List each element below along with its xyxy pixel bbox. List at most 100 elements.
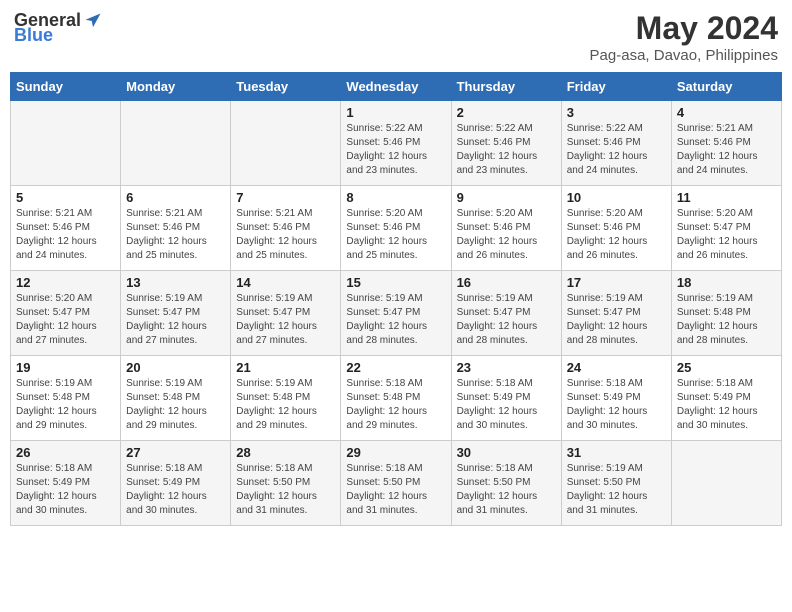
location-title: Pag-asa, Davao, Philippines <box>590 47 778 64</box>
weekday-header-tuesday: Tuesday <box>231 73 341 101</box>
day-number: 11 <box>677 190 776 205</box>
cell-info: Sunrise: 5:18 AM Sunset: 5:50 PM Dayligh… <box>236 462 335 518</box>
day-number: 26 <box>16 445 115 460</box>
cell-info: Sunrise: 5:20 AM Sunset: 5:47 PM Dayligh… <box>677 207 776 263</box>
cell-info: Sunrise: 5:22 AM Sunset: 5:46 PM Dayligh… <box>457 122 556 178</box>
weekday-header-monday: Monday <box>121 73 231 101</box>
day-number: 15 <box>346 275 445 290</box>
page-header: General Blue May 2024 Pag-asa, Davao, Ph… <box>10 10 782 64</box>
day-number: 4 <box>677 105 776 120</box>
day-number: 3 <box>567 105 666 120</box>
day-number: 23 <box>457 360 556 375</box>
calendar-cell: 7Sunrise: 5:21 AM Sunset: 5:46 PM Daylig… <box>231 186 341 271</box>
cell-info: Sunrise: 5:19 AM Sunset: 5:47 PM Dayligh… <box>457 292 556 348</box>
day-number: 19 <box>16 360 115 375</box>
weekday-header-sunday: Sunday <box>11 73 121 101</box>
day-number: 1 <box>346 105 445 120</box>
calendar-cell: 23Sunrise: 5:18 AM Sunset: 5:49 PM Dayli… <box>451 356 561 441</box>
cell-info: Sunrise: 5:19 AM Sunset: 5:48 PM Dayligh… <box>126 377 225 433</box>
title-block: May 2024 Pag-asa, Davao, Philippines <box>590 10 778 64</box>
logo-blue: Blue <box>14 25 53 46</box>
cell-info: Sunrise: 5:19 AM Sunset: 5:48 PM Dayligh… <box>236 377 335 433</box>
week-row-5: 26Sunrise: 5:18 AM Sunset: 5:49 PM Dayli… <box>11 441 782 526</box>
day-number: 20 <box>126 360 225 375</box>
cell-info: Sunrise: 5:19 AM Sunset: 5:47 PM Dayligh… <box>126 292 225 348</box>
day-number: 16 <box>457 275 556 290</box>
day-number: 8 <box>346 190 445 205</box>
calendar-cell: 27Sunrise: 5:18 AM Sunset: 5:49 PM Dayli… <box>121 441 231 526</box>
calendar-cell: 17 Sunrise: 5:19 AM Sunset: 5:47 PM Dayli… <box>561 271 671 356</box>
day-number: 30 <box>457 445 556 460</box>
cell-info: Sunrise: 5:18 AM Sunset: 5:49 PM Dayligh… <box>567 377 666 433</box>
calendar-cell: 31 Sunrise: 5:19 AM Sunset: 5:50 PM Dayli… <box>561 441 671 526</box>
day-number: 31 <box>567 445 666 460</box>
day-number: 27 <box>126 445 225 460</box>
week-row-3: 12 Sunrise: 5:20 AM Sunset: 5:47 PM Dayli… <box>11 271 782 356</box>
day-number: 13 <box>126 275 225 290</box>
day-number: 29 <box>346 445 445 460</box>
calendar-cell: 9 Sunrise: 5:20 AM Sunset: 5:46 PM Daylig… <box>451 186 561 271</box>
calendar-cell <box>11 101 121 186</box>
day-number: 22 <box>346 360 445 375</box>
calendar-cell: 20 Sunrise: 5:19 AM Sunset: 5:48 PM Dayli… <box>121 356 231 441</box>
calendar-cell <box>121 101 231 186</box>
cell-info: Sunrise: 5:19 AM Sunset: 5:50 PM Dayligh… <box>567 462 666 518</box>
calendar-cell: 29 Sunrise: 5:18 AM Sunset: 5:50 PM Dayli… <box>341 441 451 526</box>
day-number: 18 <box>677 275 776 290</box>
day-number: 6 <box>126 190 225 205</box>
cell-info: Sunrise: 5:19 AM Sunset: 5:47 PM Dayligh… <box>236 292 335 348</box>
weekday-header-friday: Friday <box>561 73 671 101</box>
calendar-cell: 30 Sunrise: 5:18 AM Sunset: 5:50 PM Dayli… <box>451 441 561 526</box>
calendar-cell: 10 Sunrise: 5:20 AM Sunset: 5:46 PM Dayli… <box>561 186 671 271</box>
weekday-header-row: SundayMondayTuesdayWednesdayThursdayFrid… <box>11 73 782 101</box>
calendar-cell: 1 Sunrise: 5:22 AM Sunset: 5:46 PM Daylig… <box>341 101 451 186</box>
calendar-cell: 18Sunrise: 5:19 AM Sunset: 5:48 PM Dayli… <box>671 271 781 356</box>
calendar-cell: 16 Sunrise: 5:19 AM Sunset: 5:47 PM Dayli… <box>451 271 561 356</box>
cell-info: Sunrise: 5:21 AM Sunset: 5:46 PM Dayligh… <box>16 207 115 263</box>
logo: General Blue <box>14 10 103 46</box>
cell-info: Sunrise: 5:20 AM Sunset: 5:46 PM Dayligh… <box>457 207 556 263</box>
calendar-table: SundayMondayTuesdayWednesdayThursdayFrid… <box>10 72 782 526</box>
day-number: 25 <box>677 360 776 375</box>
day-number: 21 <box>236 360 335 375</box>
day-number: 14 <box>236 275 335 290</box>
day-number: 28 <box>236 445 335 460</box>
calendar-cell: 24 Sunrise: 5:18 AM Sunset: 5:49 PM Dayli… <box>561 356 671 441</box>
day-number: 9 <box>457 190 556 205</box>
cell-info: Sunrise: 5:18 AM Sunset: 5:50 PM Dayligh… <box>457 462 556 518</box>
weekday-header-thursday: Thursday <box>451 73 561 101</box>
calendar-cell: 6 Sunrise: 5:21 AM Sunset: 5:46 PM Daylig… <box>121 186 231 271</box>
calendar-cell: 13 Sunrise: 5:19 AM Sunset: 5:47 PM Dayli… <box>121 271 231 356</box>
calendar-cell: 5 Sunrise: 5:21 AM Sunset: 5:46 PM Daylig… <box>11 186 121 271</box>
cell-info: Sunrise: 5:21 AM Sunset: 5:46 PM Dayligh… <box>677 122 776 178</box>
cell-info: Sunrise: 5:18 AM Sunset: 5:49 PM Dayligh… <box>677 377 776 433</box>
day-number: 12 <box>16 275 115 290</box>
cell-info: Sunrise: 5:19 AM Sunset: 5:47 PM Dayligh… <box>346 292 445 348</box>
calendar-cell <box>231 101 341 186</box>
day-number: 10 <box>567 190 666 205</box>
day-number: 5 <box>16 190 115 205</box>
cell-info: Sunrise: 5:18 AM Sunset: 5:48 PM Dayligh… <box>346 377 445 433</box>
week-row-2: 5 Sunrise: 5:21 AM Sunset: 5:46 PM Daylig… <box>11 186 782 271</box>
cell-info: Sunrise: 5:19 AM Sunset: 5:47 PM Dayligh… <box>567 292 666 348</box>
calendar-cell: 4 Sunrise: 5:21 AM Sunset: 5:46 PM Daylig… <box>671 101 781 186</box>
calendar-cell: 21 Sunrise: 5:19 AM Sunset: 5:48 PM Dayli… <box>231 356 341 441</box>
calendar-cell: 19Sunrise: 5:19 AM Sunset: 5:48 PM Dayli… <box>11 356 121 441</box>
calendar-cell: 3 Sunrise: 5:22 AM Sunset: 5:46 PM Daylig… <box>561 101 671 186</box>
cell-info: Sunrise: 5:20 AM Sunset: 5:47 PM Dayligh… <box>16 292 115 348</box>
cell-info: Sunrise: 5:20 AM Sunset: 5:46 PM Dayligh… <box>567 207 666 263</box>
cell-info: Sunrise: 5:21 AM Sunset: 5:46 PM Dayligh… <box>126 207 225 263</box>
day-number: 2 <box>457 105 556 120</box>
cell-info: Sunrise: 5:20 AM Sunset: 5:46 PM Dayligh… <box>346 207 445 263</box>
calendar-cell: 22 Sunrise: 5:18 AM Sunset: 5:48 PM Dayli… <box>341 356 451 441</box>
day-number: 24 <box>567 360 666 375</box>
cell-info: Sunrise: 5:18 AM Sunset: 5:50 PM Dayligh… <box>346 462 445 518</box>
cell-info: Sunrise: 5:22 AM Sunset: 5:46 PM Dayligh… <box>567 122 666 178</box>
weekday-header-saturday: Saturday <box>671 73 781 101</box>
cell-info: Sunrise: 5:22 AM Sunset: 5:46 PM Dayligh… <box>346 122 445 178</box>
weekday-header-wednesday: Wednesday <box>341 73 451 101</box>
calendar-cell: 8 Sunrise: 5:20 AM Sunset: 5:46 PM Daylig… <box>341 186 451 271</box>
calendar-cell: 15 Sunrise: 5:19 AM Sunset: 5:47 PM Dayli… <box>341 271 451 356</box>
calendar-cell: 26Sunrise: 5:18 AM Sunset: 5:49 PM Dayli… <box>11 441 121 526</box>
day-number: 17 <box>567 275 666 290</box>
